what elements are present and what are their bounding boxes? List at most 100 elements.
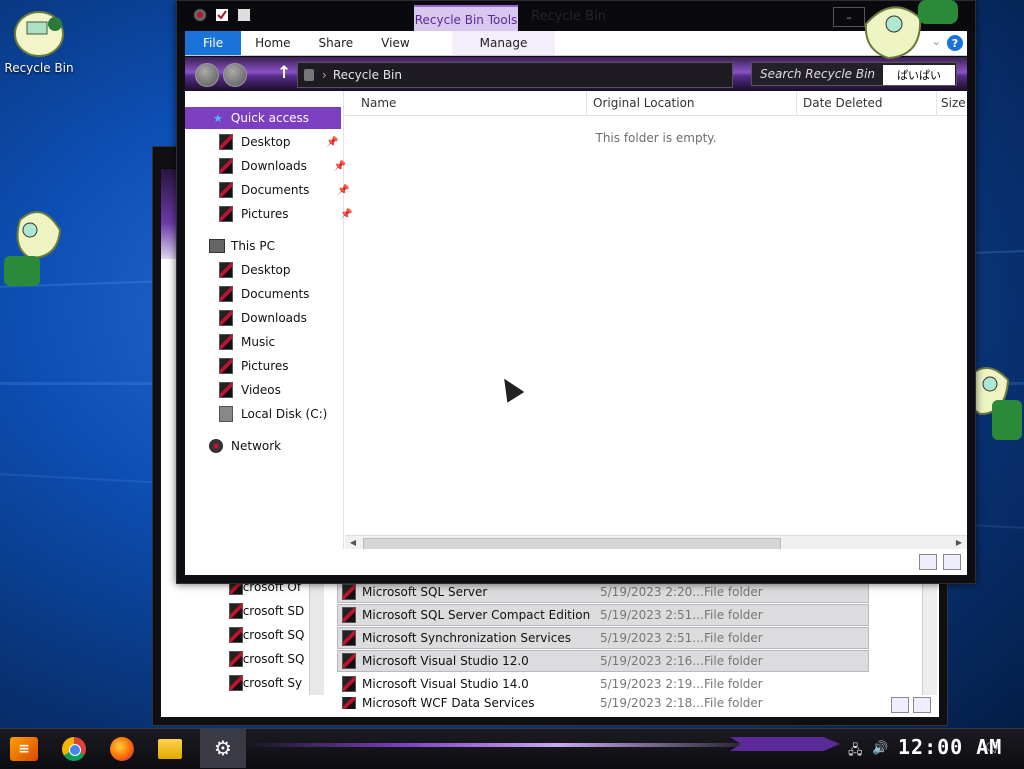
mascot-icon [864, 0, 958, 60]
table-row[interactable]: Microsoft Visual Studio 14.0 5/19/2023 2:… [337, 673, 869, 695]
taskbar: ≡ 🖧 🔊 12:00 AM 🗨 [0, 728, 1024, 769]
new-folder-icon[interactable] [215, 8, 229, 22]
sidebar-item-pc-desktop[interactable]: Desktop [219, 259, 291, 281]
videos-icon [219, 382, 233, 398]
chrome-icon[interactable] [62, 737, 86, 761]
sidebar-item-pc-documents[interactable]: Documents [219, 283, 309, 305]
recycle-bin-window[interactable]: Recycle Bin Tools Recycle Bin – File Hom… [176, 0, 976, 584]
column-header-name[interactable]: Name [345, 91, 587, 115]
list-scrollbar[interactable] [922, 575, 937, 695]
empty-folder-message: This folder is empty. [595, 131, 717, 145]
column-header-size[interactable]: Size [937, 91, 967, 115]
customize-dropdown-icon[interactable] [237, 8, 251, 22]
up-arrow-icon[interactable]: ↑ [277, 63, 291, 83]
scroll-right-icon[interactable]: ▶ [953, 537, 965, 548]
sidebar-item-videos[interactable]: Videos [219, 379, 281, 401]
sidebar-item-documents[interactable]: Documents 📌 [219, 179, 349, 201]
search-placeholder: Search Recycle Bin [760, 67, 876, 81]
taskbar-decoration [730, 737, 840, 751]
desktop-icon-label: Recycle Bin [4, 61, 74, 75]
file-list: Name Original Location Date Deleted Size… [345, 91, 967, 550]
music-icon [219, 334, 233, 350]
mascot-icon [4, 211, 62, 286]
sidebar-item-pc-pictures[interactable]: Pictures [219, 355, 289, 377]
pictures-icon [219, 206, 233, 222]
ribbon-tabs: File Home Share View Manage ⌄ ? [185, 31, 967, 56]
documents-icon [219, 286, 233, 302]
nav-item[interactable]: Microsoft SD [161, 599, 311, 623]
scroll-left-icon[interactable]: ◀ [347, 537, 359, 548]
settings-icon[interactable]: ⚙ [200, 728, 246, 768]
large-icons-view-button[interactable] [913, 697, 931, 713]
sidebar-item-local-disk[interactable]: Local Disk (C:) [219, 403, 327, 425]
background-nav-pane: Microsoft Of Microsoft SD Microsoft SQ M… [161, 575, 311, 695]
sidebar-item-music[interactable]: Music [219, 331, 275, 353]
address-bar-area: ↑ › Recycle Bin Search Recycle Bin ぱいぱい [185, 57, 967, 91]
desktop-icon [219, 134, 233, 150]
recycle-bin-icon [14, 11, 64, 57]
view-buttons [919, 554, 961, 570]
nav-item[interactable]: Microsoft SQ [161, 623, 311, 647]
table-row[interactable]: Microsoft SQL Server 5/19/2023 2:20... Fil… [337, 581, 869, 603]
network-tray-icon[interactable]: 🖧 [848, 741, 863, 763]
status-bar [185, 549, 967, 575]
downloads-icon [219, 158, 233, 174]
explorer-body: ★ Quick access Desktop 📌 Downloads 📌 Docum… [185, 91, 967, 550]
nav-scrollbar[interactable] [309, 575, 324, 695]
tab-view[interactable]: View [367, 31, 423, 55]
pictures-icon [219, 358, 233, 374]
recycle-bin-icon [304, 69, 314, 81]
details-view-button[interactable] [919, 554, 937, 570]
table-row[interactable]: Microsoft Synchronization Services 5/19/2… [337, 627, 869, 649]
file-explorer-icon[interactable] [158, 739, 182, 759]
view-buttons [891, 697, 931, 713]
forward-button[interactable] [223, 63, 247, 87]
sidebar-item-quick-access[interactable]: ★ Quick access [185, 107, 341, 129]
address-path: Recycle Bin [332, 68, 402, 82]
column-headers: Name Original Location Date Deleted Size [345, 91, 967, 116]
table-row[interactable]: Microsoft Visual Studio 12.0 5/19/2023 2:… [337, 650, 869, 672]
sidebar-item-downloads[interactable]: Downloads 📌 [219, 155, 346, 177]
downloads-icon [219, 310, 233, 326]
computer-icon [209, 239, 225, 253]
sidebar-item-network[interactable]: Network [209, 435, 281, 457]
nav-item[interactable]: Microsoft Sy [161, 671, 311, 695]
window-title: Recycle Bin [531, 9, 606, 24]
sidebar-item-pictures[interactable]: Pictures 📌 [219, 203, 353, 225]
tab-recycle-bin-tools[interactable]: Recycle Bin Tools [414, 5, 518, 33]
tab-file[interactable]: File [185, 31, 242, 55]
address-bar[interactable]: › Recycle Bin [297, 62, 733, 88]
overlay-badge: ぱいぱい [883, 65, 955, 85]
nav-item[interactable]: Microsoft SQ [161, 647, 311, 671]
start-icon[interactable]: ≡ [10, 737, 38, 761]
sidebar-item-this-pc[interactable]: This PC [209, 235, 275, 257]
tab-home[interactable]: Home [241, 31, 304, 55]
network-icon [209, 439, 223, 453]
taskbar-decoration [246, 743, 766, 747]
large-icons-view-button[interactable] [943, 554, 961, 570]
sidebar-item-pc-downloads[interactable]: Downloads [219, 307, 307, 329]
star-icon: ★ [213, 111, 223, 125]
back-button[interactable] [195, 63, 219, 87]
properties-icon[interactable] [193, 8, 207, 22]
column-header-date-deleted[interactable]: Date Deleted [797, 91, 937, 115]
sidebar-item-desktop[interactable]: Desktop 📌 [219, 131, 339, 153]
documents-icon [219, 182, 233, 198]
volume-icon[interactable]: 🔊 [872, 741, 888, 756]
tab-share[interactable]: Share [305, 31, 368, 55]
desktop-icon [219, 262, 233, 278]
desktop-icon-recycle-bin[interactable]: Recycle Bin [4, 6, 74, 75]
column-header-original-location[interactable]: Original Location [587, 91, 797, 115]
background-file-list: Microsoft SQL Server 5/19/2023 2:20... Fil… [337, 581, 869, 711]
table-row[interactable]: Microsoft SQL Server Compact Edition 5/19… [337, 604, 869, 626]
drive-icon [219, 406, 233, 422]
tab-manage[interactable]: Manage [451, 31, 556, 55]
title-bar: Recycle Bin Tools Recycle Bin – [177, 1, 975, 33]
horizontal-scrollbar[interactable]: ◀ ▶ [345, 535, 967, 550]
details-view-button[interactable] [891, 697, 909, 713]
quick-access-toolbar [193, 8, 251, 22]
notifications-icon[interactable]: 🗨 [984, 741, 1001, 756]
table-row[interactable]: Microsoft WCF Data Services 5/19/2023 2:1… [337, 696, 869, 710]
firefox-icon[interactable] [110, 737, 134, 761]
pin-icon: 📌 [326, 136, 339, 148]
